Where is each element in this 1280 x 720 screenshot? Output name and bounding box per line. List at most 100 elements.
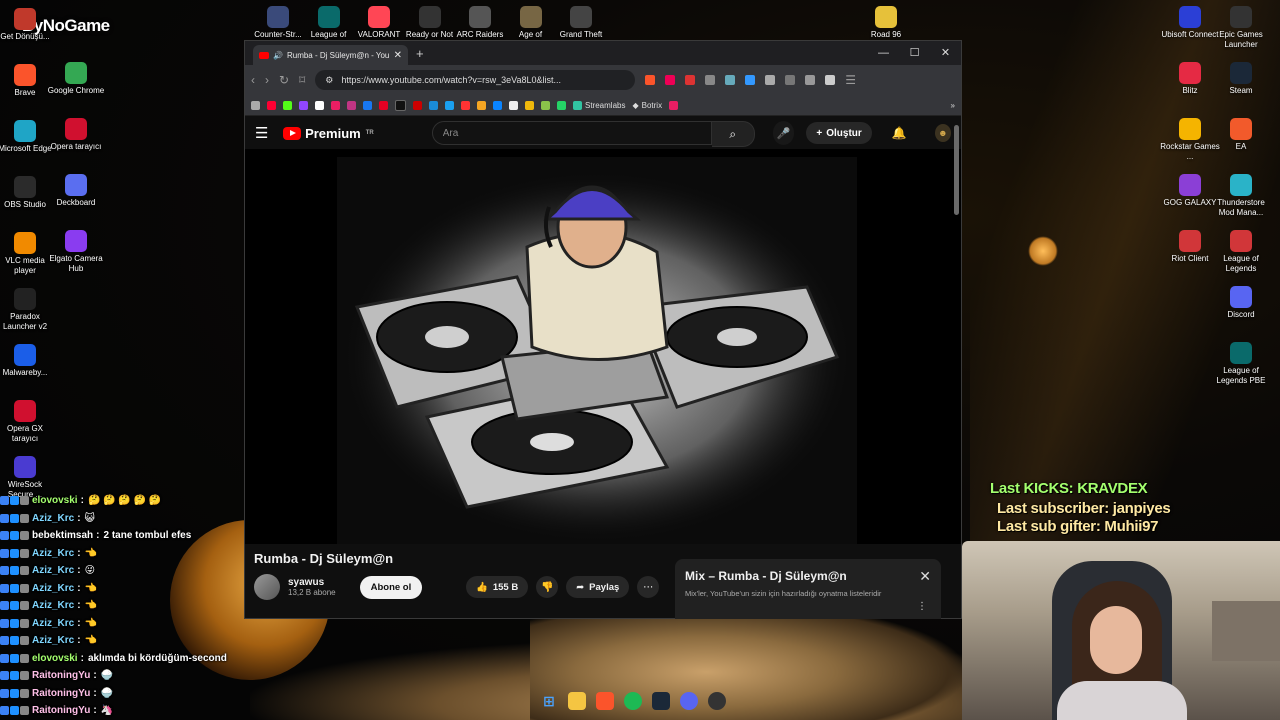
- back-icon[interactable]: ‹: [251, 73, 255, 87]
- desktop-shortcut[interactable]: EA: [1211, 118, 1271, 152]
- extension-icon[interactable]: [705, 75, 716, 85]
- bookmark-instagram-icon[interactable]: [347, 100, 356, 110]
- page-scrollbar[interactable]: [954, 125, 959, 215]
- reload-icon[interactable]: ↻: [279, 73, 289, 87]
- desktop-shortcut[interactable]: Deckboard: [46, 174, 106, 208]
- desktop-shortcut[interactable]: Paradox Launcher v2: [0, 288, 55, 332]
- bookmark-tiktok-icon[interactable]: [395, 99, 406, 111]
- youtube-logo[interactable]: Premium TR: [283, 126, 374, 141]
- bookmark-whatsapp-icon[interactable]: [557, 100, 566, 110]
- create-button[interactable]: + Oluştur: [806, 122, 872, 144]
- chat-username[interactable]: elovovski: [32, 495, 78, 506]
- file-explorer-icon[interactable]: [568, 692, 586, 710]
- desktop-shortcut[interactable]: Malwareby...: [0, 344, 55, 378]
- desktop-shortcut[interactable]: Opera GX tarayıcı: [0, 400, 55, 444]
- bookmark-kick-icon[interactable]: [283, 100, 292, 110]
- apps-grid-icon[interactable]: [251, 100, 260, 110]
- bookmark-twitch-icon[interactable]: [299, 100, 308, 110]
- maximize-icon[interactable]: ☐: [899, 41, 930, 65]
- extension-icon-2[interactable]: [725, 75, 736, 85]
- chat-username[interactable]: Aziz_Krc: [32, 618, 74, 629]
- address-bar[interactable]: ⚙ https://www.youtube.com/watch?v=rsw_3e…: [315, 70, 636, 90]
- settings-taskbar-icon[interactable]: [708, 692, 726, 710]
- steam-taskbar-icon[interactable]: [652, 692, 670, 710]
- desktop-shortcut[interactable]: Epic Games Launcher: [1211, 6, 1271, 50]
- browser-menu-icon[interactable]: ☰: [845, 73, 856, 87]
- search-button[interactable]: ⌕: [711, 121, 755, 147]
- account-avatar[interactable]: ☻: [934, 124, 951, 142]
- windows-start-icon[interactable]: ⊞: [540, 692, 558, 710]
- bookmark-icon-17[interactable]: [509, 100, 518, 110]
- mix-close-icon[interactable]: ✕: [919, 568, 931, 585]
- desktop-shortcut[interactable]: Road 96: [856, 6, 916, 40]
- search-input[interactable]: [431, 121, 712, 145]
- chat-username[interactable]: Aziz_Krc: [32, 635, 74, 646]
- bookmark-botrix[interactable]: ◆ Botrix: [632, 101, 662, 110]
- dislike-button[interactable]: 👎: [536, 576, 559, 598]
- chat-username[interactable]: RaitoningYu: [32, 688, 90, 699]
- bookmark-icon-19[interactable]: [541, 100, 550, 110]
- desktop-shortcut[interactable]: Google Chrome: [46, 62, 106, 96]
- bookmark-streamlabs[interactable]: Streamlabs: [573, 100, 625, 110]
- site-info-icon[interactable]: ⚙: [325, 75, 333, 86]
- tab-close-icon[interactable]: ✕: [394, 50, 402, 61]
- desktop-shortcut[interactable]: Steam: [1211, 62, 1271, 96]
- bookmark-icon[interactable]: ⌑: [299, 73, 305, 87]
- discord-taskbar-icon[interactable]: [680, 692, 698, 710]
- chat-username[interactable]: RaitoningYu: [32, 705, 90, 716]
- bookmark-icon-last[interactable]: [669, 100, 679, 110]
- bookmark-icon-14[interactable]: [461, 100, 470, 110]
- chat-username[interactable]: Aziz_Krc: [32, 565, 74, 576]
- chat-username[interactable]: bebektimsah: [32, 530, 93, 541]
- bookmark-icon-12[interactable]: [429, 100, 438, 110]
- bookmark-binance-icon[interactable]: [525, 100, 534, 110]
- guide-menu-icon[interactable]: ☰: [255, 124, 273, 142]
- bookmark-icon-11[interactable]: [413, 100, 422, 110]
- desktop-shortcut[interactable]: Grand Theft: [551, 6, 611, 40]
- bookmarks-overflow-icon[interactable]: »: [951, 101, 955, 110]
- bookmark-icon-13[interactable]: [445, 100, 454, 110]
- chat-username[interactable]: Aziz_Krc: [32, 600, 74, 611]
- forward-icon[interactable]: ›: [265, 73, 269, 87]
- chat-username[interactable]: RaitoningYu: [32, 670, 90, 681]
- playlist-icon[interactable]: [805, 75, 816, 85]
- video-player[interactable]: [245, 149, 961, 547]
- browser-tab-active[interactable]: 🔊 Rumba - Dj Süleym@n - You ✕: [253, 45, 408, 65]
- window-close-icon[interactable]: ✕: [930, 41, 961, 65]
- mix-more-icon[interactable]: ⋮: [917, 601, 927, 612]
- voice-search-icon[interactable]: 🎤: [772, 121, 795, 145]
- like-button[interactable]: 👍 155 B: [466, 576, 529, 598]
- chat-username[interactable]: Aziz_Krc: [32, 513, 74, 524]
- channel-avatar[interactable]: [254, 574, 280, 600]
- gmail-extension-icon[interactable]: [685, 75, 696, 85]
- desktop-shortcut[interactable]: Elgato Camera Hub: [46, 230, 106, 274]
- desktop-shortcut[interactable]: Thunderstore Mod Mana...: [1211, 174, 1271, 218]
- channel-name[interactable]: syawus: [288, 577, 336, 588]
- chat-username[interactable]: Aziz_Krc: [32, 548, 74, 559]
- brave-rewards-icon[interactable]: [665, 75, 676, 85]
- chat-username[interactable]: elovovski: [32, 653, 78, 664]
- brave-shields-icon[interactable]: [645, 75, 656, 85]
- bookmark-icon-5[interactable]: [331, 100, 340, 110]
- bookmark-pinterest-icon[interactable]: [379, 100, 388, 110]
- desktop-shortcut[interactable]: League of Legends: [1211, 230, 1271, 274]
- chat-username[interactable]: Aziz_Krc: [32, 583, 74, 594]
- minimize-icon[interactable]: —: [868, 41, 899, 65]
- bookmark-youtube-icon[interactable]: [267, 100, 276, 110]
- bookmark-icon-15[interactable]: [477, 100, 486, 110]
- desktop-shortcut[interactable]: Get Dönüşü...: [0, 8, 55, 42]
- desktop-shortcut[interactable]: League of Legends PBE: [1211, 342, 1271, 386]
- brave-taskbar-icon[interactable]: [596, 692, 614, 710]
- extension-icon-3[interactable]: [745, 75, 756, 85]
- bookmark-facebook-icon[interactable]: [363, 100, 372, 110]
- notifications-bell-icon[interactable]: 🔔: [892, 126, 907, 140]
- bookmark-x-icon[interactable]: [315, 100, 324, 110]
- more-actions-button[interactable]: ⋯: [637, 576, 660, 598]
- bookmark-icon-16[interactable]: [493, 100, 502, 110]
- new-tab-icon[interactable]: +: [416, 46, 424, 61]
- subscribe-button[interactable]: Abone ol: [359, 575, 423, 599]
- leo-ai-icon[interactable]: [825, 75, 836, 85]
- desktop-shortcut[interactable]: Discord: [1211, 286, 1271, 320]
- spotify-icon[interactable]: [624, 692, 642, 710]
- sidebar-icon[interactable]: [785, 75, 796, 85]
